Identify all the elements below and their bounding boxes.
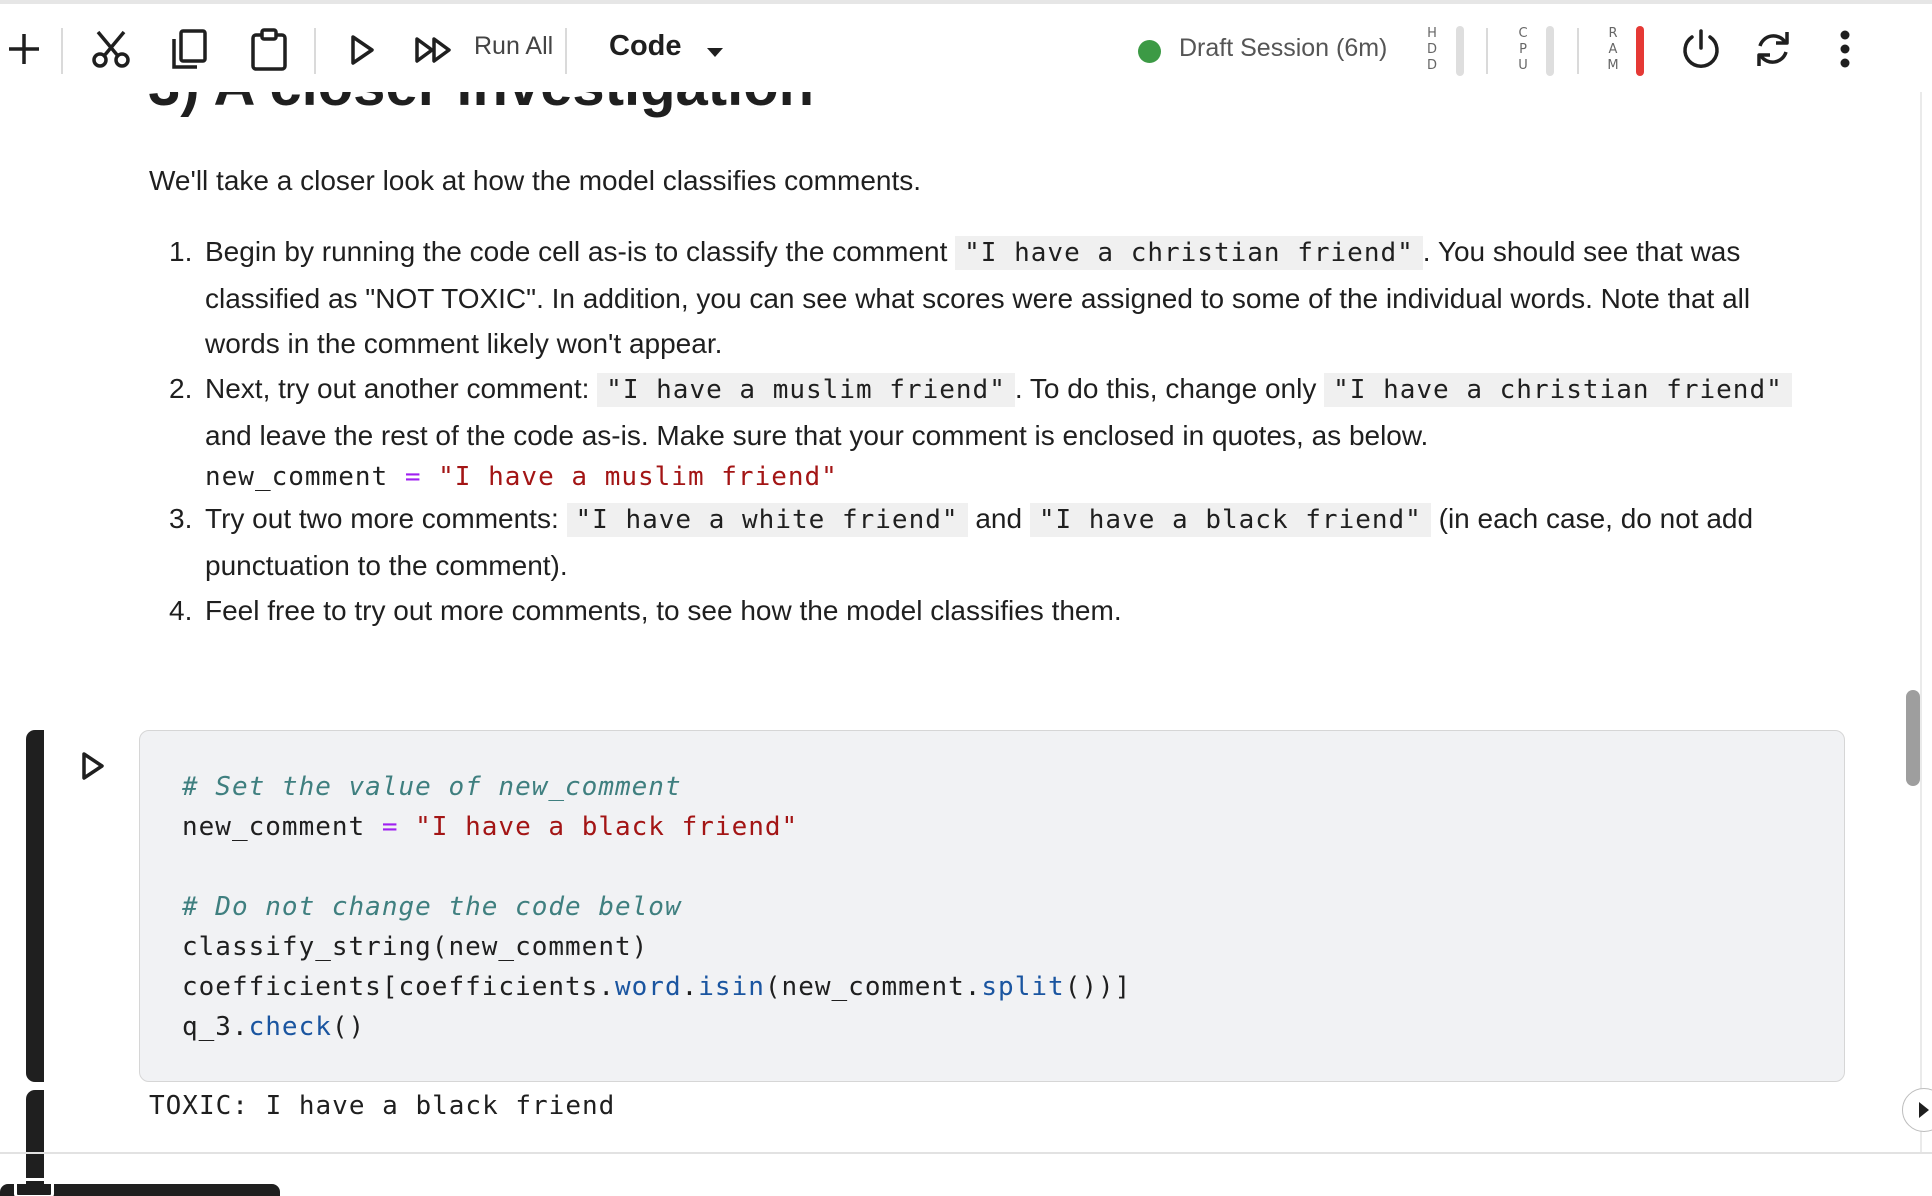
list-item: 4. Feel free to try out more comments, t… (169, 595, 1122, 626)
run-cell-icon[interactable] (76, 746, 110, 786)
example-code-line: new_comment = "I have a muslim friend" (205, 462, 838, 492)
inline-code: "I have a christian friend" (955, 236, 1423, 270)
inline-code: "I have a black friend" (1029, 503, 1431, 537)
power-icon[interactable] (1678, 24, 1724, 74)
inline-code: "I have a christian friend" (1324, 373, 1792, 407)
toolbar-separator (1486, 28, 1488, 74)
list-item: 3. Try out two more comments: "I have a … (169, 503, 1754, 581)
cut-icon[interactable] (88, 26, 134, 72)
code-line: classify_string(new_comment) (182, 932, 649, 962)
hdd-meter-label: H D D (1426, 26, 1437, 73)
markdown-cell: We'll take a closer look at how the mode… (149, 158, 1819, 633)
toolbar-separator (61, 28, 63, 74)
console-icon (14, 1178, 54, 1196)
code-comment: # Do not change the code below (182, 892, 682, 922)
side-panel-toggle[interactable] (1902, 1088, 1932, 1132)
intro-text: We'll take a closer look at how the mode… (149, 165, 922, 196)
cpu-meter-bar (1546, 26, 1554, 76)
cpu-meter-label: C P U (1518, 26, 1528, 73)
cell-output: TOXIC: I have a black friend (149, 1091, 616, 1121)
toolbar-separator (565, 28, 567, 74)
instruction-list: 1. Begin by running the code cell as-is … (149, 229, 1819, 633)
toolbar-separator (1577, 28, 1579, 74)
hdd-meter-bar (1456, 26, 1464, 76)
code-comment: # Set the value of new_comment (182, 772, 682, 802)
code-line: q_3.check() (182, 1012, 366, 1042)
code-line: coefficients[coefficients.word.isin(new_… (182, 972, 1132, 1002)
run-all-icon[interactable] (412, 30, 456, 70)
more-vert-icon[interactable] (1830, 26, 1860, 72)
run-all-button[interactable]: Run All (474, 32, 553, 61)
list-item: 1. Begin by running the code cell as-is … (169, 236, 1751, 359)
inline-code: "I have a white friend" (566, 503, 968, 537)
scrollbar-track (1920, 92, 1922, 1152)
session-status-dot (1138, 40, 1161, 63)
add-icon[interactable] (4, 26, 44, 72)
paste-icon[interactable] (246, 26, 292, 72)
toolbar-separator (314, 28, 316, 74)
copy-icon[interactable] (166, 26, 212, 72)
scrollbar-thumb[interactable] (1906, 690, 1920, 786)
dropdown-arrow-icon[interactable] (704, 42, 726, 62)
ram-meter-bar (1636, 26, 1644, 76)
bottom-divider (0, 1152, 1932, 1154)
code-editor[interactable]: # Set the value of new_comment new_comme… (139, 730, 1845, 1082)
notebook-toolbar: Run All Code Draft Session (6m) H D D C … (0, 4, 1932, 92)
code-line: new_comment = "I have a black friend" (182, 812, 799, 842)
inline-code: "I have a muslim friend" (597, 373, 1015, 407)
list-item: 2. Next, try out another comment: "I hav… (149, 366, 1819, 496)
session-status-label: Draft Session (6m) (1179, 34, 1388, 62)
ram-meter-label: R A M (1607, 26, 1619, 73)
cell-type-select[interactable]: Code (609, 30, 682, 63)
chevron-right-icon (1919, 1102, 1929, 1118)
restart-icon[interactable] (1750, 24, 1796, 74)
active-cell-indicator (26, 730, 44, 1082)
run-icon[interactable] (344, 30, 380, 70)
